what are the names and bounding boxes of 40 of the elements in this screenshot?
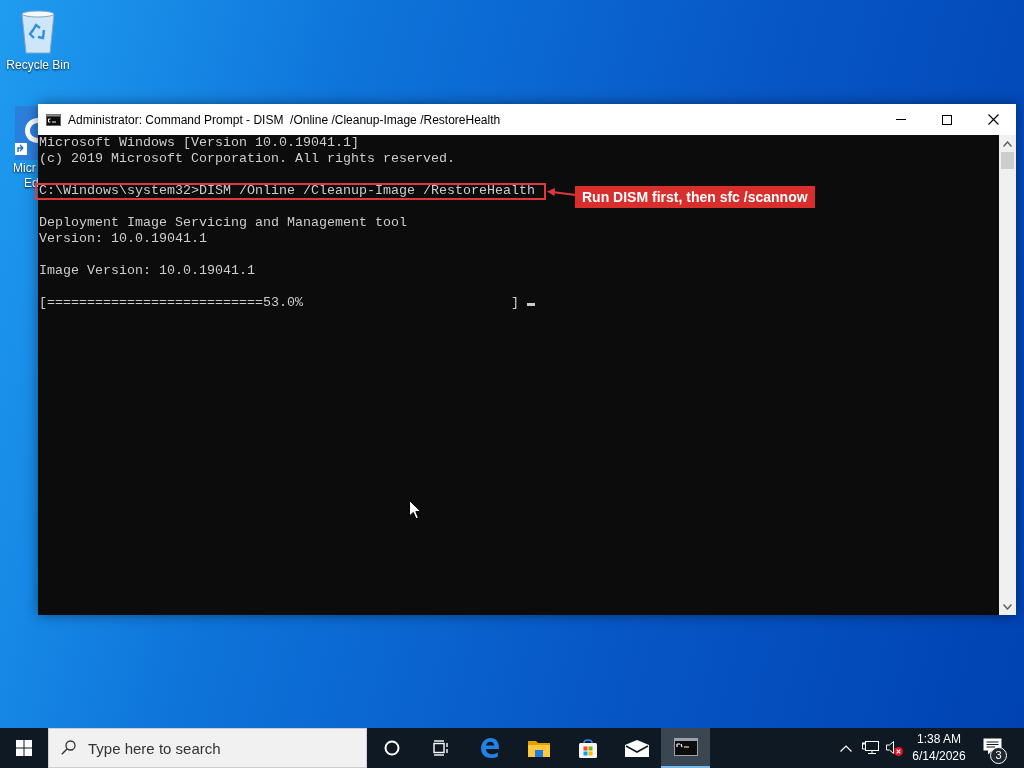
window-title: Administrator: Command Prompt - DISM /Online /Cleanup-Image /RestoreHealth [68, 111, 501, 129]
search-icon [61, 740, 76, 755]
scroll-thumb[interactable] [1001, 152, 1014, 169]
recycle-bin-icon [18, 8, 58, 54]
speaker-muted-icon [885, 740, 903, 756]
chevron-up-icon [840, 744, 852, 752]
console-line: Image Version: 10.0.19041.1 [39, 263, 255, 278]
search-field[interactable]: Type here to search [48, 728, 367, 768]
minimize-icon [896, 119, 906, 120]
network-monitor-icon [861, 740, 879, 756]
scroll-down-icon[interactable] [1003, 604, 1012, 610]
maximize-icon [942, 114, 952, 125]
scrollbar[interactable] [999, 135, 1016, 615]
console-line: Version: 10.0.19041.1 [39, 231, 207, 246]
folder-icon [526, 738, 551, 758]
console-line: Microsoft Windows [Version 10.0.19041.1] [39, 135, 359, 150]
clock[interactable]: 1:38 AM 6/14/2026 [906, 728, 972, 768]
desktop-icon-label: Micr [13, 161, 36, 176]
console-line: Deployment Image Servicing and Management tool [39, 215, 407, 230]
envelope-icon [624, 739, 649, 757]
console-line: (c) 2019 Microsoft Corporation. All rights reserved. [39, 151, 455, 166]
console-line: C:\Windows\system32>DISM /Online /Cleanup-Image /RestoreHealth [39, 183, 535, 198]
notification-count-badge: 3 [990, 747, 1007, 764]
shopping-bag-icon [576, 737, 599, 759]
taskbar-app-button[interactable] [661, 728, 710, 768]
terminal-icon [673, 738, 698, 756]
action-center-button[interactable]: 3 [972, 728, 1012, 768]
text-cursor [526, 303, 535, 306]
command-prompt-icon [45, 113, 61, 126]
annotation-label: Run DISM first, then sfc /scannow [575, 186, 815, 208]
desktop-icon-label: Recycle Bin [6, 58, 70, 73]
circle-icon [383, 740, 400, 756]
close-icon [987, 114, 999, 125]
scroll-up-icon[interactable] [1003, 141, 1012, 147]
mouse-pointer-icon [409, 500, 422, 520]
annotation-arrow [547, 188, 576, 197]
browser-e-icon [478, 737, 501, 759]
console-line: [===========================53.0% ] [39, 295, 519, 310]
task-view-icon [431, 740, 450, 756]
windows-logo-icon [16, 740, 32, 756]
